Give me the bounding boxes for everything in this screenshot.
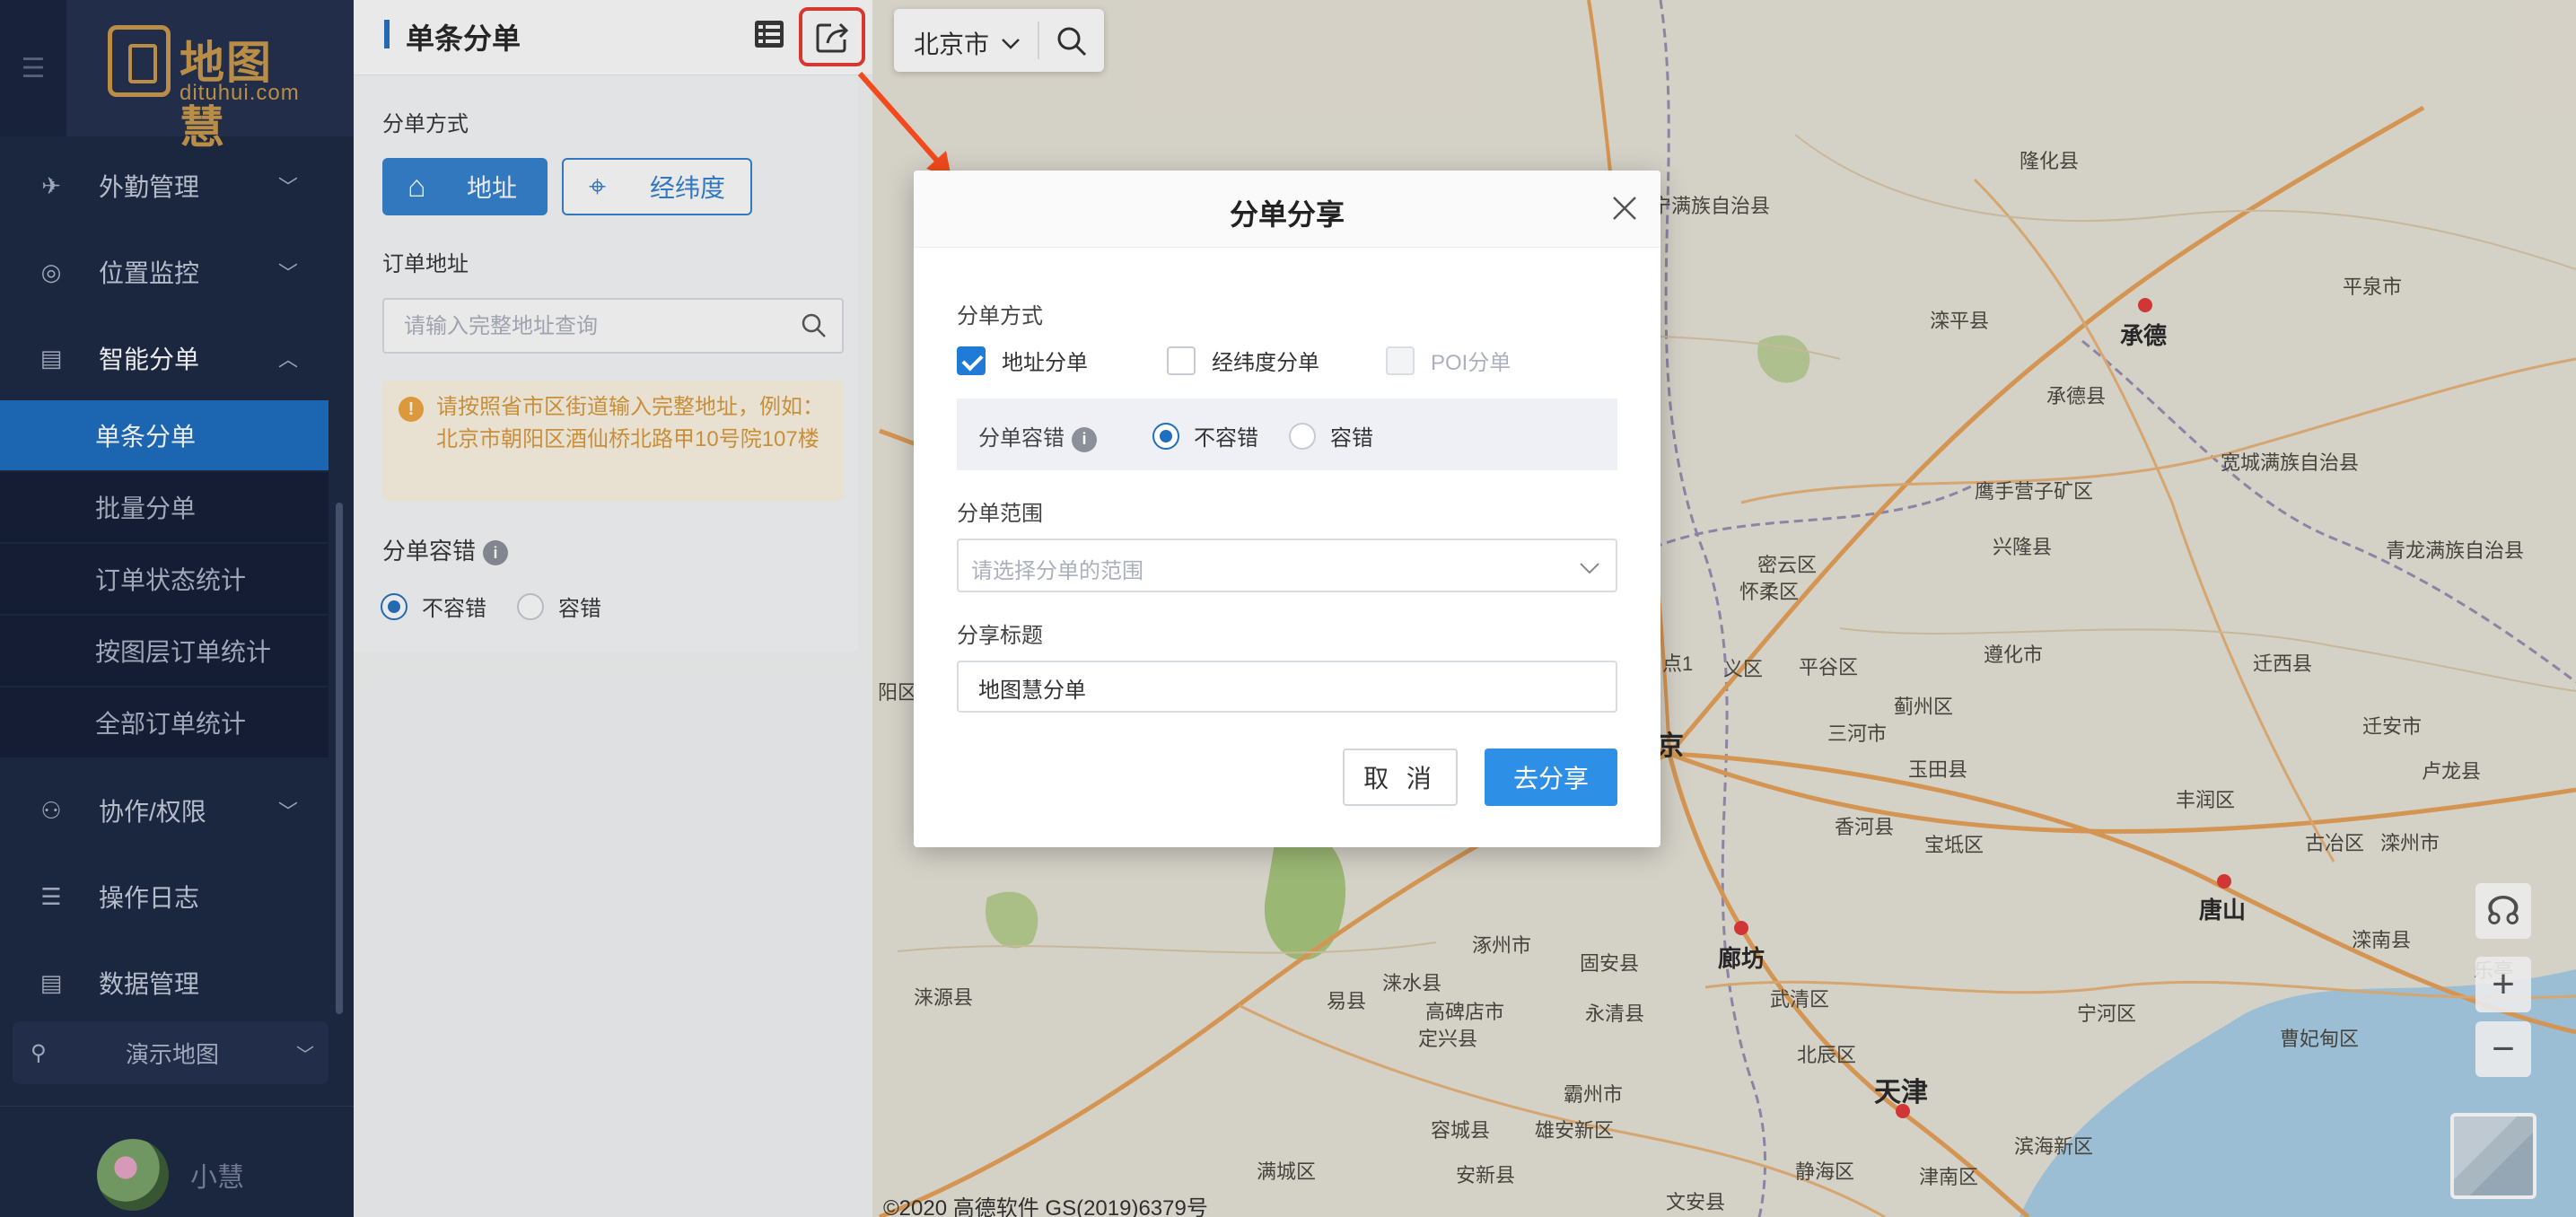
dialog-title: 分单分享 (1229, 198, 1345, 231)
chevron-down-icon (1580, 563, 1599, 574)
tolerance-label-text: 分单容错 (978, 426, 1065, 451)
share-title-label: 分享标题 (957, 624, 1043, 648)
radio-dot (1152, 422, 1179, 450)
radio-label: 容错 (1330, 426, 1373, 451)
range-select[interactable]: 请选择分单的范围 (957, 538, 1617, 592)
tolerance-label: 分单容错 i (978, 420, 1097, 452)
range-placeholder: 请选择分单的范围 (971, 559, 1143, 583)
share-title-input[interactable] (978, 673, 1598, 702)
radio-label: 不容错 (1194, 426, 1258, 451)
checkbox-box (957, 346, 986, 375)
dialog-header: 分单分享 (914, 171, 1660, 248)
radio-dot (1289, 422, 1316, 450)
share-title-box (957, 661, 1617, 713)
address-dispatch-checkbox[interactable]: 地址分单 (957, 345, 1088, 376)
latlng-dispatch-checkbox[interactable]: 经纬度分单 (1167, 345, 1319, 376)
checkbox-box (1167, 346, 1196, 375)
range-label: 分单范围 (957, 502, 1043, 526)
mode-label: 分单方式 (957, 304, 1043, 328)
checkbox-box (1386, 346, 1415, 375)
checkbox-label: POI分单 (1431, 351, 1511, 375)
checkbox-label: 经纬度分单 (1212, 351, 1319, 375)
poi-dispatch-checkbox: POI分单 (1386, 345, 1511, 376)
share-submit-button[interactable]: 去分享 (1485, 749, 1617, 806)
info-icon[interactable]: i (1072, 426, 1097, 452)
tolerance-row: 分单容错 i 不容错 容错 (957, 398, 1617, 470)
tolerance-no-radio[interactable]: 不容错 (1152, 420, 1258, 451)
share-dialog: 分单分享 分单方式 地址分单 经纬度分单 POI分单 分单容错 i 不容错 容错 … (914, 171, 1660, 847)
close-icon[interactable] (1610, 194, 1639, 223)
checkbox-label: 地址分单 (1002, 351, 1088, 375)
annotation-arrow-icon (857, 72, 951, 178)
tolerance-yes-radio[interactable]: 容错 (1289, 420, 1373, 451)
cancel-button[interactable]: 取 消 (1343, 749, 1458, 806)
